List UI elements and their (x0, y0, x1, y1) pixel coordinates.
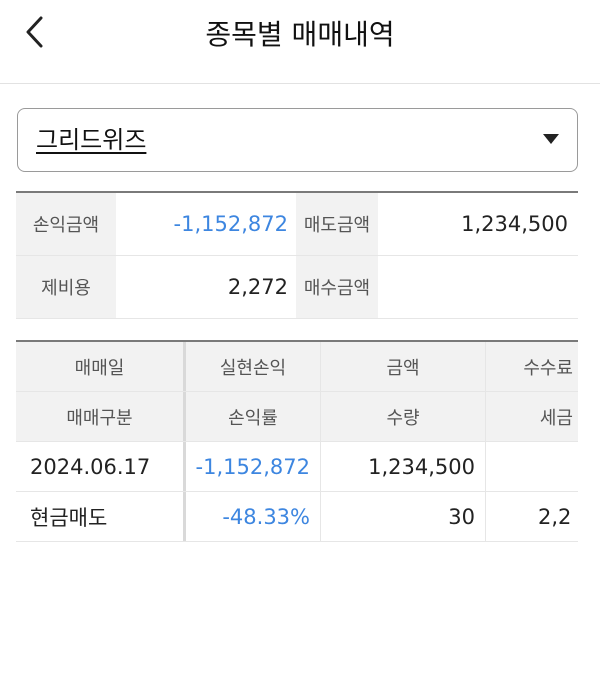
stock-select[interactable]: 그리드위즈 (17, 108, 578, 172)
header-bar: 종목별 매매내역 (0, 0, 600, 84)
header-trade-type: 매매구분 (16, 392, 183, 441)
sell-amount-value: 1,234,500 (461, 212, 568, 236)
header-tax: 세금 (485, 392, 578, 441)
table-header-row: 매매구분 손익률 수량 세금 (16, 392, 578, 442)
stock-select-value: 그리드위즈 (36, 126, 147, 154)
caret-down-icon (543, 134, 559, 144)
buy-amount-value (378, 256, 578, 318)
header-quantity: 수량 (320, 392, 485, 441)
trade-table[interactable]: 매매일 실현손익 금액 수수료 매매구분 손익률 수량 세금 2024.06.1… (16, 340, 578, 542)
summary-table: 손익금액 -1,152,872 매도금액 1,234,500 제비용 2,272… (16, 191, 578, 319)
cell-fee (485, 442, 578, 491)
profit-value: -1,152,872 (173, 212, 288, 236)
cell-realized-pl: -1,152,872 (183, 442, 320, 491)
cell-quantity: 30 (320, 492, 485, 541)
cell-trade-date: 2024.06.17 (16, 442, 183, 491)
header-amount: 금액 (320, 342, 485, 391)
page-title: 종목별 매매내역 (205, 18, 395, 51)
table-header-row: 매매일 실현손익 금액 수수료 (16, 342, 578, 392)
header-fee: 수수료 (485, 342, 578, 391)
cell-amount: 1,234,500 (320, 442, 485, 491)
summary-row: 손익금액 -1,152,872 매도금액 1,234,500 (16, 193, 578, 256)
table-row[interactable]: 현금매도 -48.33% 30 2,2 (16, 492, 578, 542)
profit-label: 손익금액 (16, 193, 116, 255)
table-row[interactable]: 2024.06.17 -1,152,872 1,234,500 (16, 442, 578, 492)
header-realized-pl: 실현손익 (183, 342, 320, 391)
sell-amount-label: 매도금액 (296, 193, 378, 255)
cost-value: 2,272 (227, 275, 288, 299)
buy-amount-label: 매수금액 (296, 256, 378, 318)
cell-trade-type: 현금매도 (16, 492, 183, 541)
cost-label: 제비용 (16, 256, 116, 318)
cell-tax: 2,2 (485, 492, 578, 541)
header-pl-rate: 손익률 (183, 392, 320, 441)
summary-row: 제비용 2,272 매수금액 (16, 256, 578, 319)
cell-pl-rate: -48.33% (183, 492, 320, 541)
header-trade-date: 매매일 (16, 342, 183, 391)
